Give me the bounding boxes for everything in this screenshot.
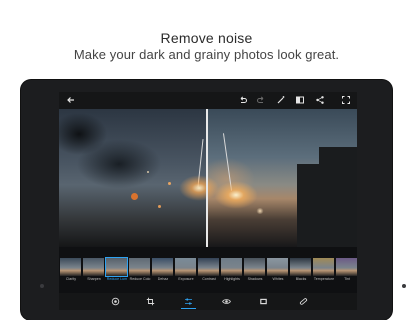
fullscreen-icon[interactable]	[341, 95, 351, 105]
adjustment-thumbnail[interactable]	[313, 258, 334, 276]
top-toolbar	[59, 92, 357, 109]
undo-icon[interactable]	[238, 95, 248, 105]
app-screen: Clarity Sharpen Reduce Lum Reduce Colo Dehaz…	[59, 92, 357, 310]
adjustment-thumbnail[interactable]	[267, 258, 288, 276]
looks-icon[interactable]	[111, 297, 120, 306]
adjustment-thumbnail[interactable]	[175, 258, 196, 276]
share-icon[interactable]	[315, 95, 325, 105]
headline: Remove noise	[160, 30, 253, 46]
adjustment-filmstrip: Clarity Sharpen Reduce Lum Reduce Colo Dehaz…	[59, 255, 357, 285]
adjustment-thumbnail[interactable]	[152, 258, 173, 276]
bokeh-dot	[256, 208, 264, 214]
adjustment-thumbnail[interactable]	[221, 258, 242, 276]
sparkler-glow	[214, 181, 258, 209]
sensor-dot	[402, 284, 406, 288]
adjustment-thumbnail[interactable]	[60, 258, 81, 276]
compare-icon[interactable]	[295, 95, 305, 105]
adjustment-label: Tint	[344, 277, 350, 281]
frame-icon[interactable]	[259, 297, 268, 306]
adjustment-thumbnail[interactable]	[106, 258, 127, 276]
building-silhouette	[319, 147, 357, 187]
subline: Make your dark and grainy photos look gr…	[73, 47, 340, 62]
adjustment-thumbnail[interactable]	[244, 258, 265, 276]
bottom-toolbar	[59, 293, 357, 310]
bandage-icon[interactable]	[299, 297, 308, 306]
adjustment-thumbnail[interactable]	[336, 258, 357, 276]
bokeh-dot	[158, 205, 161, 208]
back-arrow-icon[interactable]	[66, 95, 76, 105]
bokeh-dot	[131, 193, 138, 200]
adjustments-icon[interactable]	[184, 297, 193, 306]
adjustment-thumbnail[interactable]	[198, 258, 219, 276]
adjustment-thumbnail[interactable]	[290, 258, 311, 276]
photo-canvas[interactable]	[59, 109, 357, 247]
camera-dot	[40, 284, 44, 288]
crop-icon[interactable]	[146, 297, 155, 306]
eye-icon[interactable]	[222, 297, 231, 306]
magic-wand-icon[interactable]	[276, 95, 286, 105]
sparkler-glow	[179, 175, 219, 201]
adjustment-thumbnail[interactable]	[83, 258, 104, 276]
adjustment-thumbnail[interactable]	[129, 258, 150, 276]
bokeh-dot	[168, 182, 171, 185]
split-divider-handle[interactable]	[206, 109, 208, 247]
bokeh-dot	[147, 171, 149, 173]
redo-icon[interactable]	[256, 95, 266, 105]
active-tool-indicator	[181, 308, 196, 309]
